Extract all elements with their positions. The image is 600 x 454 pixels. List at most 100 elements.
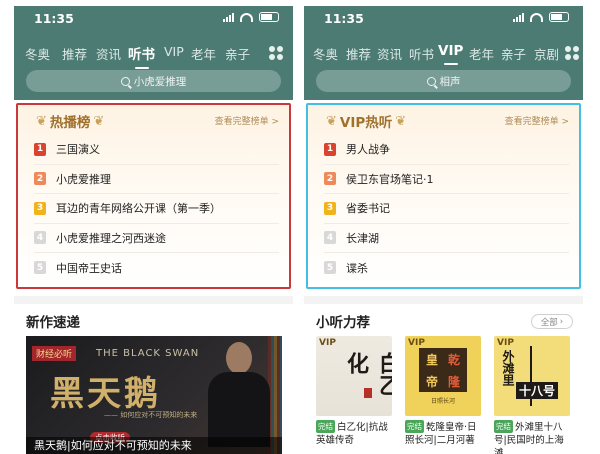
- tab-dongao[interactable]: 冬奥: [313, 44, 338, 63]
- list-item[interactable]: 3 耳边的青年网络公开课（第一季）: [34, 194, 279, 224]
- tab-news[interactable]: 资讯: [377, 44, 402, 63]
- rank-badge: 2: [34, 172, 46, 186]
- book-card[interactable]: VIP 皇 乾 帝 隆 日照长河 完结 乾隆皇帝·日照长河|二月河著: [405, 336, 481, 447]
- signal-icon: [223, 12, 234, 22]
- list-item[interactable]: 2 小虎爱推理: [34, 165, 279, 194]
- category-grid-icon[interactable]: [269, 46, 283, 60]
- list-item[interactable]: 4 长津湖: [324, 224, 569, 253]
- signal-icon: [513, 12, 524, 22]
- tab-parenting[interactable]: 亲子: [501, 44, 526, 63]
- search-placeholder: 小虎爱推理: [133, 75, 187, 88]
- item-title: 省委书记: [346, 202, 390, 216]
- banner-title: 黑天鹅: [50, 374, 161, 414]
- tab-audiobook[interactable]: 听书: [128, 43, 155, 69]
- book-caption: 完结 外滩里十八号|民国时的上海滩: [494, 420, 570, 454]
- rank-badge: 5: [34, 261, 46, 275]
- banner-subtitle: —— 如何应对不可预知的未来: [104, 411, 198, 419]
- rank-badge: 2: [324, 172, 336, 186]
- book-cover: VIP 外滩里 十八号: [494, 336, 570, 416]
- category-tabs: 冬奥 推荐 资讯 听书 VIP 老年 亲子: [14, 43, 293, 69]
- search-bar[interactable]: 小虎爱推理: [26, 70, 281, 92]
- tab-news[interactable]: 资讯: [96, 44, 121, 63]
- view-full-ranking-link[interactable]: 查看完整榜单 >: [215, 114, 279, 127]
- cover-char: 隆: [447, 374, 460, 389]
- book-card[interactable]: VIP 白乙化 完结 白乙化|抗战英雄传奇: [316, 336, 392, 447]
- item-title: 小虎爱推理之河西迷途: [56, 231, 166, 245]
- card-title-text: 热播榜: [49, 115, 91, 131]
- hot-ranking-card: ❦ 热播榜 ❦ 查看完整榜单 > 1 三国演义 2 小虎爱推理 3 耳边的青年网络公开…: [16, 103, 291, 289]
- list-item[interactable]: 5 谍杀: [324, 253, 569, 283]
- status-time: 11:35: [324, 11, 364, 26]
- category-tabs: 冬奥 推荐 资讯 听书 VIP 老年 亲子 京剧: [304, 43, 583, 66]
- vip-badge: VIP: [497, 338, 514, 348]
- tab-opera[interactable]: 京剧: [534, 44, 559, 63]
- rank-badge: 3: [34, 201, 46, 215]
- section-title: 新作速递: [26, 315, 80, 331]
- view-full-ranking-link[interactable]: 查看完整榜单 >: [505, 114, 569, 127]
- search-placeholder: 相声: [439, 75, 461, 88]
- view-all-button[interactable]: 全部 ›: [531, 314, 573, 329]
- book-cover: VIP 白乙化: [316, 336, 392, 416]
- rank-badge: 1: [324, 142, 336, 156]
- status-time: 11:35: [34, 11, 74, 26]
- item-title: 男人战争: [346, 143, 390, 157]
- item-title: 中国帝王史话: [56, 261, 122, 275]
- card-title: ❦ VIP热听 ❦: [326, 111, 407, 132]
- promo-banner[interactable]: 财经必听 THE BLACK SWAN 黑天鹅 —— 如何应对不可预知的未来 点…: [26, 336, 282, 454]
- left-screen: 11:35 冬奥 推荐 资讯 听书 VIP 老年 亲子 小虎爱推理 ❦ 热播榜 …: [14, 6, 293, 454]
- list-item[interactable]: 1 三国演义: [34, 135, 279, 165]
- banner-tag: 财经必听: [32, 346, 77, 361]
- app-header: 11:35 冬奥 推荐 资讯 听书 VIP 老年 亲子 京剧 相声: [304, 6, 583, 100]
- wifi-icon: [240, 12, 253, 22]
- cover-char: 帝: [425, 374, 438, 389]
- tab-recommend[interactable]: 推荐: [346, 44, 371, 63]
- vip-badge: VIP: [319, 338, 336, 348]
- cover-title: 外滩里: [501, 350, 515, 386]
- ranking-list: 1 三国演义 2 小虎爱推理 3 耳边的青年网络公开课（第一季） 4 小虎爱推理之河西迷…: [34, 135, 279, 283]
- tab-dongao[interactable]: 冬奥: [25, 44, 50, 63]
- view-all-label: 全部: [540, 317, 558, 328]
- tab-vip[interactable]: VIP: [438, 43, 463, 65]
- ranking-list: 1 男人战争 2 侯卫东官场笔记·1 3 省委书记 4 长津湖 5 谍杀: [324, 135, 569, 283]
- cover-title: 白乙化: [343, 352, 392, 396]
- tab-elderly[interactable]: 老年: [469, 44, 494, 63]
- magnifier-icon: [120, 76, 130, 86]
- list-item[interactable]: 2 侯卫东官场笔记·1: [324, 165, 569, 194]
- cover-title-block: 皇 乾 帝 隆: [419, 348, 467, 392]
- book-card[interactable]: VIP 外滩里 十八号 完结 外滩里十八号|民国时的上海滩: [494, 336, 570, 454]
- item-title: 三国演义: [56, 143, 100, 157]
- item-title: 耳边的青年网络公开课（第一季）: [56, 202, 221, 216]
- list-item[interactable]: 4 小虎爱推理之河西迷途: [34, 224, 279, 253]
- vip-badge: VIP: [408, 338, 425, 348]
- book-caption: 完结 白乙化|抗战英雄传奇: [316, 420, 392, 447]
- banner-english-title: THE BLACK SWAN: [96, 348, 200, 359]
- status-bar: 11:35: [304, 6, 583, 30]
- tab-recommend[interactable]: 推荐: [62, 44, 87, 63]
- app-header: 11:35 冬奥 推荐 资讯 听书 VIP 老年 亲子 小虎爱推理: [14, 6, 293, 100]
- rank-badge: 1: [34, 142, 46, 156]
- rank-badge: 5: [324, 261, 336, 275]
- tab-vip[interactable]: VIP: [164, 44, 184, 59]
- list-item[interactable]: 3 省委书记: [324, 194, 569, 224]
- tab-audiobook[interactable]: 听书: [409, 44, 434, 63]
- category-grid-icon[interactable]: [565, 46, 579, 60]
- magnifier-icon: [426, 76, 436, 86]
- right-screen: 11:35 冬奥 推荐 资讯 听书 VIP 老年 亲子 京剧 相声 ❦ VIP热…: [304, 6, 583, 454]
- tab-elderly[interactable]: 老年: [191, 44, 216, 63]
- list-item[interactable]: 1 男人战争: [324, 135, 569, 165]
- author-photo: [208, 342, 270, 447]
- tab-parenting[interactable]: 亲子: [225, 44, 250, 63]
- section-divider: [14, 296, 293, 304]
- status-bar: 11:35: [14, 6, 293, 30]
- finished-badge: 完结: [316, 420, 335, 433]
- list-item[interactable]: 5 中国帝王史话: [34, 253, 279, 283]
- cover-number: 十八号: [516, 382, 559, 399]
- cover-char: 乾: [447, 352, 460, 367]
- laurel-icon: ❦: [395, 113, 407, 129]
- book-cover: VIP 皇 乾 帝 隆 日照长河: [405, 336, 481, 416]
- cover-subtitle: 日照长河: [430, 398, 455, 405]
- finished-badge: 完结: [405, 420, 424, 433]
- item-title: 谍杀: [346, 261, 368, 275]
- search-bar[interactable]: 相声: [316, 70, 571, 92]
- section-title: 小听力荐: [316, 315, 370, 331]
